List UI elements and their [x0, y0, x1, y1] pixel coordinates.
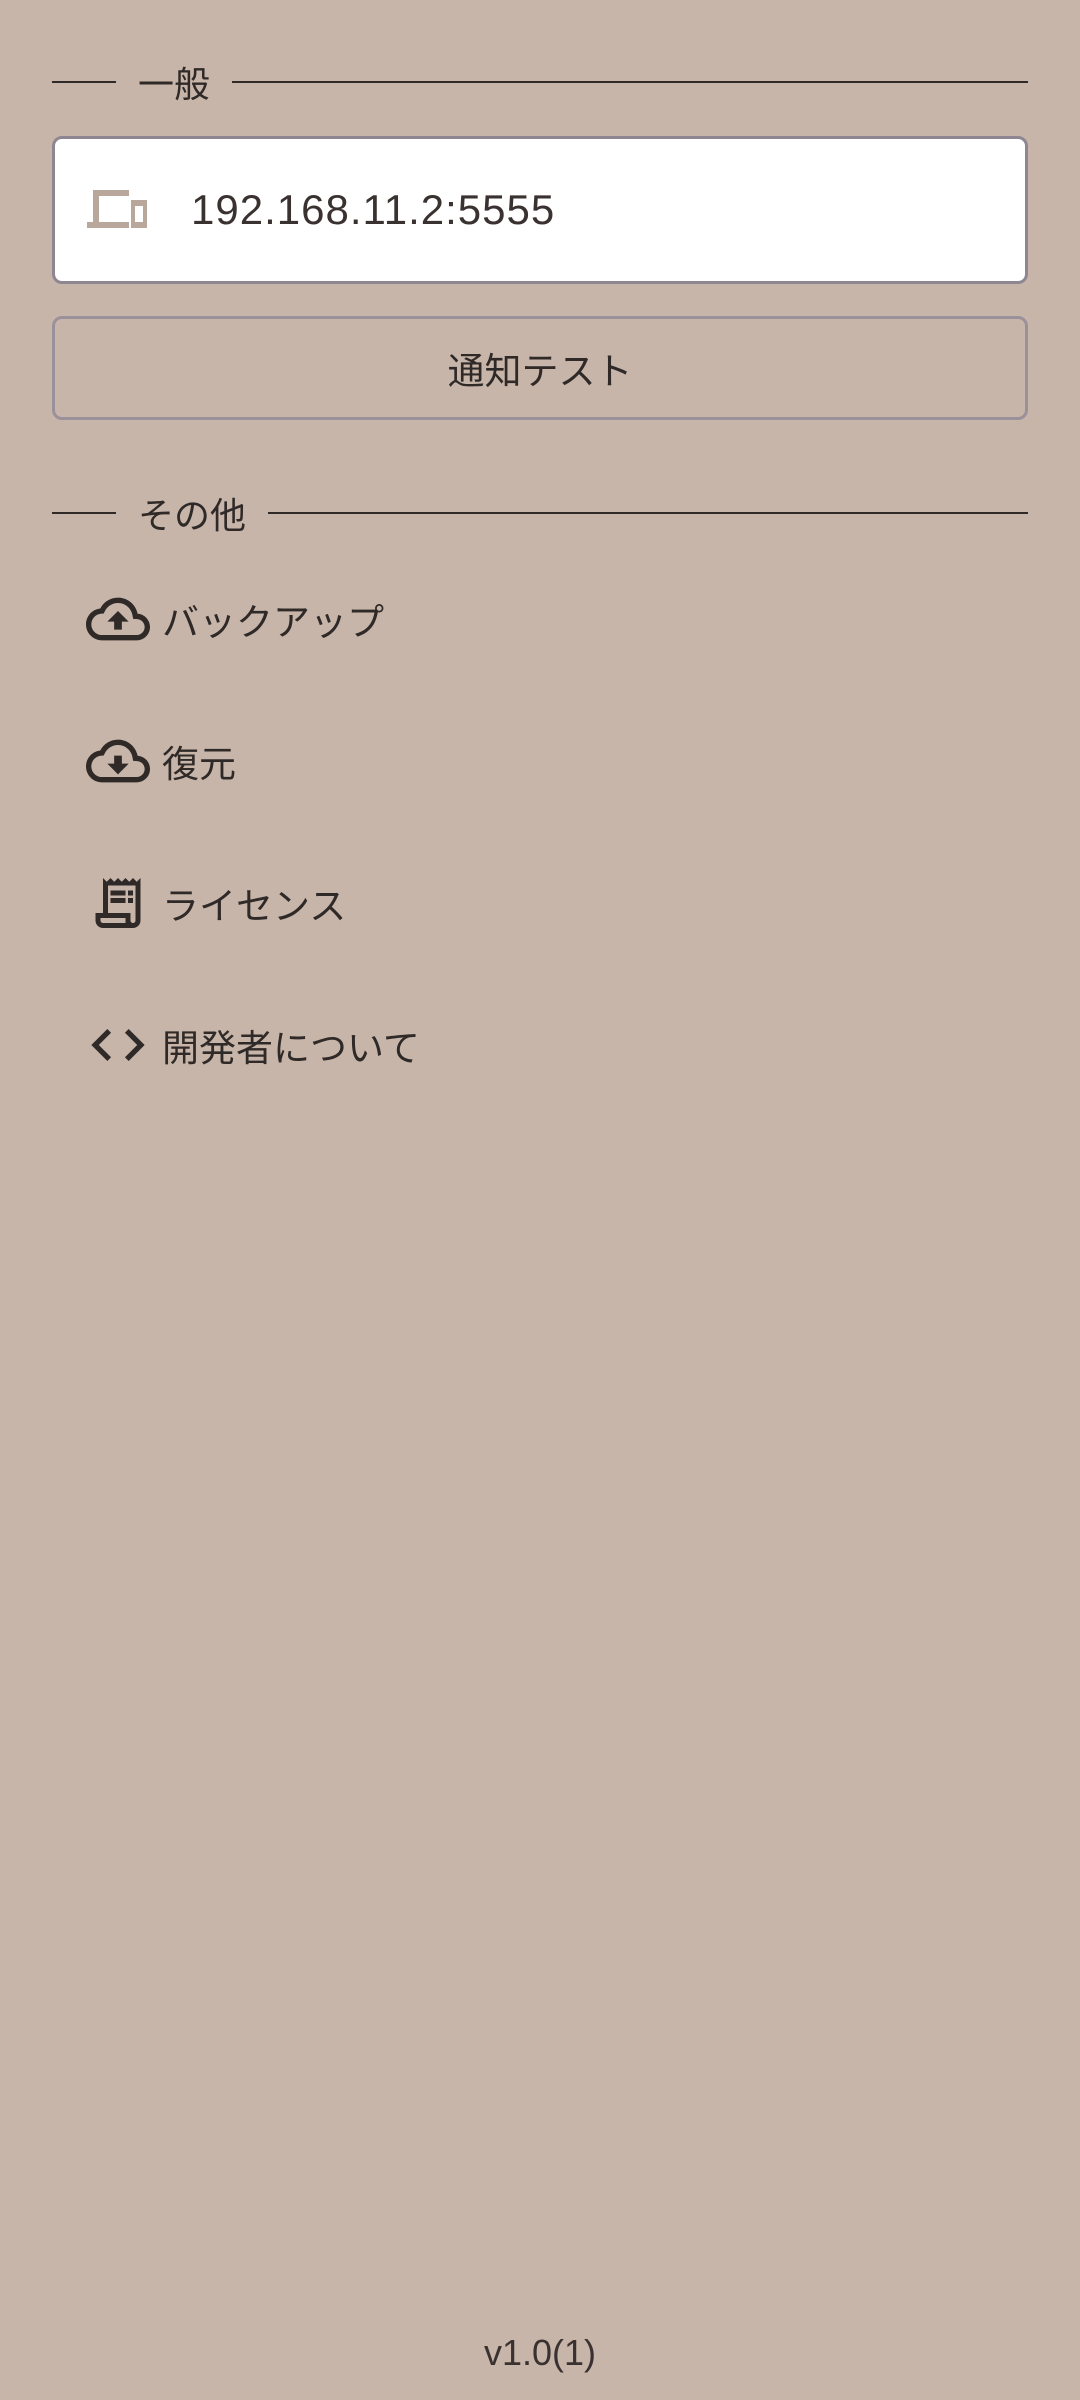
menu-item-label: ライセンス	[162, 885, 347, 928]
menu-item-backup[interactable]: バックアップ	[52, 559, 1028, 679]
section-title-other: その他	[138, 496, 247, 537]
menu-item-restore[interactable]: 復元	[52, 701, 1028, 821]
app-version: v1.0(1)	[483, 2332, 597, 2373]
menu-item-about-developer[interactable]: 開発者について	[52, 985, 1028, 1105]
divider-line	[52, 512, 116, 514]
notification-test-button[interactable]: 通知テスト	[52, 316, 1028, 420]
section-header-general: 一般	[52, 52, 1028, 112]
divider-line	[52, 81, 116, 83]
cloud-upload-icon	[82, 583, 154, 655]
receipt-icon	[82, 867, 154, 939]
menu-item-label: 開発者について	[162, 1027, 420, 1070]
divider-line	[268, 512, 1028, 514]
code-icon	[82, 1009, 154, 1081]
divider-line	[232, 81, 1028, 83]
menu-item-label: バックアップ	[162, 601, 384, 644]
cloud-download-icon	[82, 725, 154, 797]
ip-address-value: 192.168.11.2:5555	[191, 186, 556, 233]
section-header-other: その他	[52, 483, 1028, 543]
menu-item-license[interactable]: ライセンス	[52, 843, 1028, 963]
menu-item-label: 復元	[162, 743, 236, 786]
devices-icon	[85, 186, 149, 234]
section-title-general: 一般	[138, 65, 211, 106]
ip-address-field[interactable]: 192.168.11.2:5555	[52, 136, 1028, 284]
